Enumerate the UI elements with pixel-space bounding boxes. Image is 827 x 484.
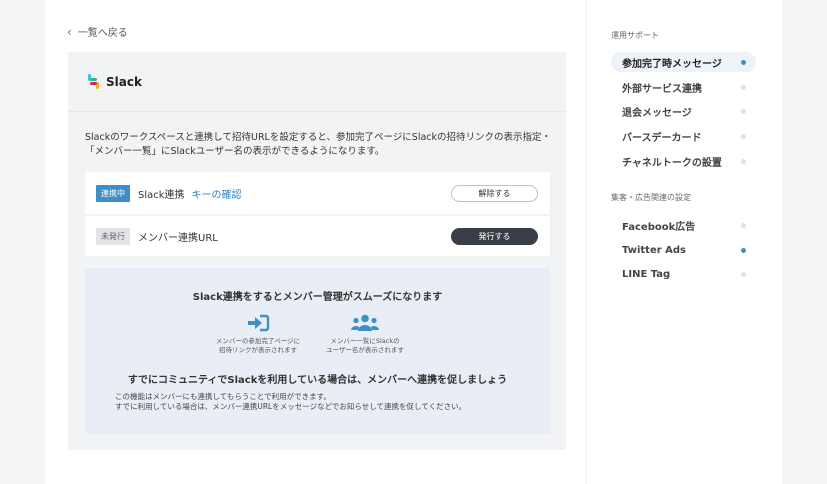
back-link-label: 一覧へ戻る bbox=[77, 28, 128, 39]
service-name: Slack bbox=[106, 74, 142, 89]
main-content: ‹ 一覧へ戻る Slack Slackのワークスペースと連携して招待URLを設定… bbox=[45, 0, 586, 484]
sidebar-item-label: Twitter Ads bbox=[622, 244, 686, 256]
disconnect-button[interactable]: 解除する bbox=[451, 184, 538, 202]
info-note-line: この機能はメンバーにも連携してもらうことで利用ができます。 bbox=[115, 392, 331, 401]
status-badge: 未発行 bbox=[96, 227, 130, 245]
status-badge: 連携中 bbox=[96, 184, 130, 202]
status-dot bbox=[741, 159, 746, 164]
issue-url-button[interactable]: 発行する bbox=[451, 227, 538, 245]
view-key-link[interactable]: キーの確認 bbox=[192, 186, 242, 201]
sidebar-item-label: チャネルトークの設置 bbox=[622, 157, 722, 169]
integration-card: Slack Slackのワークスペースと連携して招待URLを設定すると、参加完了… bbox=[68, 52, 566, 450]
status-dot bbox=[741, 223, 746, 228]
status-dot bbox=[741, 134, 746, 139]
info-panel: Slack連携をするとメンバー管理がスムーズになります メンバーの参加完了ページ… bbox=[85, 268, 550, 434]
status-dot bbox=[741, 272, 746, 277]
info-note: この機能はメンバーにも連携してもらうことで利用ができます。 すでに利用している場… bbox=[115, 392, 466, 412]
integration-description: Slackのワークスペースと連携して招待URLを設定すると、参加完了ページにSl… bbox=[85, 132, 551, 157]
member-url-row: 未発行 メンバー連携URL 発行する bbox=[85, 214, 550, 256]
chevron-left-icon: ‹ bbox=[67, 24, 72, 39]
sidebar-item-completion-message[interactable]: 参加完了時メッセージ bbox=[611, 52, 756, 72]
sidebar-item-label: Facebook広告 bbox=[622, 221, 696, 233]
sidebar-item-facebook-ads[interactable]: Facebook広告 bbox=[611, 215, 756, 235]
info-title: Slack連携をするとメンバー管理がスムーズになります bbox=[192, 292, 443, 303]
row-label: Slack連携 bbox=[138, 189, 185, 201]
sidebar-item-line-tag[interactable]: LINE Tag bbox=[611, 264, 756, 284]
status-dot bbox=[741, 60, 746, 65]
card-header: Slack bbox=[68, 52, 566, 112]
sidebar-item-label: 参加完了時メッセージ bbox=[622, 58, 722, 70]
page-container: ‹ 一覧へ戻る Slack Slackのワークスペースと連携して招待URLを設定… bbox=[45, 0, 782, 484]
feature-invite-link: メンバーの参加完了ページに 招待リンクが表示されます bbox=[208, 314, 308, 355]
sidebar-section-support: 運用サポート bbox=[611, 31, 659, 40]
row-label: メンバー連携URL bbox=[138, 232, 218, 244]
sidebar-item-external-services[interactable]: 外部サービス連携 bbox=[611, 77, 756, 97]
users-icon bbox=[351, 314, 379, 331]
sidebar-item-label: LINE Tag bbox=[622, 268, 671, 280]
back-link[interactable]: ‹ 一覧へ戻る bbox=[67, 24, 128, 40]
slack-connection-row: 連携中 Slack連携 キーの確認 解除する bbox=[85, 172, 550, 214]
feature-text: メンバーの参加完了ページに 招待リンクが表示されます bbox=[215, 337, 301, 354]
sidebar-section-ads: 集客・広告関連の設定 bbox=[611, 193, 691, 202]
sidebar-item-label: 外部サービス連携 bbox=[622, 83, 702, 95]
info-subtitle: すでにコミュニティでSlackを利用している場合は、メンバーへ連携を促しましょう bbox=[127, 375, 508, 386]
status-dot bbox=[741, 85, 746, 90]
sidebar: 運用サポート 参加完了時メッセージ 外部サービス連携 退会メッセージ バースデー… bbox=[586, 0, 782, 484]
feature-username: メンバー一覧にSlackの ユーザー名が表示されます bbox=[315, 314, 415, 355]
sidebar-item-label: バースデーカード bbox=[622, 132, 702, 144]
sidebar-item-channel-talk[interactable]: チャネルトークの設置 bbox=[611, 151, 756, 171]
sidebar-item-leave-message[interactable]: 退会メッセージ bbox=[611, 101, 756, 121]
sidebar-item-twitter-ads[interactable]: Twitter Ads bbox=[611, 240, 756, 260]
slack-logo-icon bbox=[86, 74, 101, 89]
status-dot bbox=[741, 248, 746, 253]
sign-in-icon bbox=[248, 314, 270, 332]
sidebar-item-label: 退会メッセージ bbox=[622, 107, 692, 119]
status-dot bbox=[741, 109, 746, 114]
feature-text: メンバー一覧にSlackの ユーザー名が表示されます bbox=[326, 337, 404, 354]
info-note-line: すでに利用している場合は、メンバー連携URLをメッセージなどでお知らせして連携を… bbox=[115, 402, 467, 411]
sidebar-item-birthday-card[interactable]: バースデーカード bbox=[611, 126, 756, 146]
